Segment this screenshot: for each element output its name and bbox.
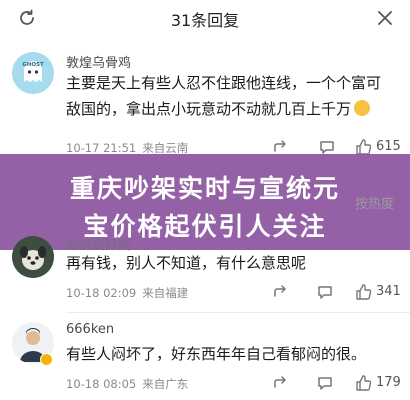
comment-icon[interactable] [316, 374, 334, 392]
comment-text-line: 主要是天上有些人忍不住跟他连线，一个个富可 [66, 74, 382, 92]
comment-text-line-content: 敌国的，拿出点小玩意动不动就几百上千万 [66, 100, 352, 118]
comment-item: 666ken 有些人闷坏了，好东西年年自己看郁闷的很。 10-18 08:05 来… [0, 320, 410, 400]
like-icon[interactable] [354, 283, 372, 301]
comment-item: GHOST 敦煌乌骨鸡 主要是天上有些人忍不住跟他连线，一个个富可 敌国的，拿出… [0, 44, 410, 166]
comment-item: 甜辣酱好咸 再有钱，别人不知道，有什么意思呢 10-18 02:09 来自福建 3… [0, 236, 410, 312]
top-bar: 31条回复 [0, 0, 410, 36]
like-count: 179 [376, 375, 401, 390]
like-count: 615 [376, 139, 401, 154]
comment-meta: 10-18 08:05 来自广东 [66, 376, 188, 392]
comment-text: 主要是天上有些人忍不住跟他连线，一个个富可 敌国的，拿出点小玩意动不动就几百上千… [66, 70, 392, 122]
comment-text-line: 敌国的，拿出点小玩意动不动就几百上千万 [66, 96, 392, 122]
page-title: 31条回复 [170, 11, 240, 30]
comment-date: 10-18 02:09 [66, 286, 137, 300]
comment-meta: 10-18 02:09 来自福建 [66, 285, 188, 301]
comment-date: 10-18 08:05 [66, 377, 137, 391]
like-count: 341 [376, 284, 401, 299]
comment-icon[interactable] [316, 283, 334, 301]
comment-text: 再有钱，别人不知道，有什么意思呢 [66, 254, 307, 272]
avatar[interactable]: GHOST [12, 52, 54, 94]
sort-toggle[interactable]: 按热度 [355, 193, 394, 212]
banner-line: 重庆吵架实时与宣统元 [69, 174, 340, 203]
divider [66, 312, 410, 313]
username[interactable]: 敦煌乌骨鸡 [66, 52, 131, 71]
share-icon[interactable] [272, 283, 290, 301]
ghost-avatar-icon: GHOST [12, 52, 54, 94]
comment-location: 来自广东 [142, 377, 189, 391]
comment-location: 来自福建 [142, 286, 189, 300]
comment-text: 有些人闷坏了，好东西年年自己看郁闷的很。 [66, 345, 367, 363]
username[interactable]: 666ken [66, 322, 114, 337]
verified-badge-icon [40, 353, 53, 366]
avatar-text: GHOST [22, 62, 44, 68]
comment-location: 来自云南 [142, 141, 189, 155]
share-icon[interactable] [272, 374, 290, 392]
dog-avatar-icon [12, 236, 54, 278]
comment-date: 10-17 21:51 [66, 141, 137, 155]
avatar[interactable] [12, 236, 54, 278]
close-icon[interactable] [374, 7, 396, 29]
emoji-icon [354, 100, 371, 116]
like-icon[interactable] [354, 374, 372, 392]
